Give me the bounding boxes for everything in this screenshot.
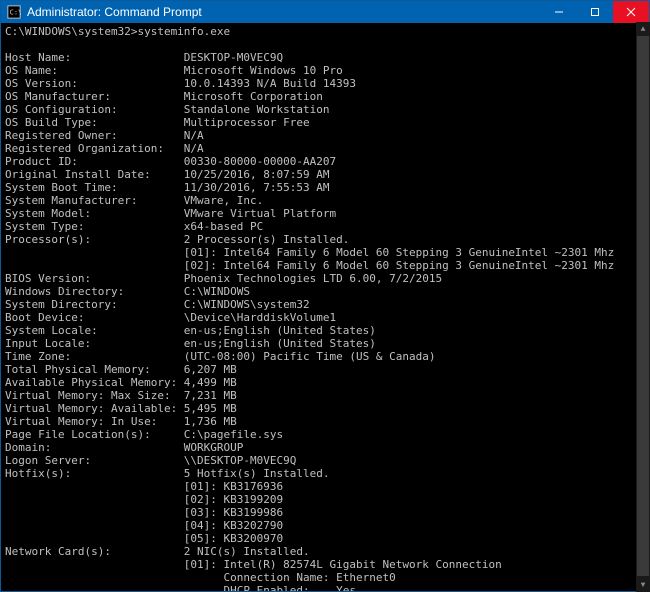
- terminal-line: OS Manufacturer: Microsoft Corporation: [5, 90, 645, 103]
- terminal-line: System Locale: en-us;English (United Sta…: [5, 324, 645, 337]
- terminal-line: Registered Organization: N/A: [5, 142, 645, 155]
- terminal-line: C:\WINDOWS\system32>systeminfo.exe: [5, 25, 645, 38]
- terminal-line: Windows Directory: C:\WINDOWS: [5, 285, 645, 298]
- window-title: Administrator: Command Prompt: [27, 5, 541, 19]
- terminal-line: BIOS Version: Phoenix Technologies LTD 6…: [5, 272, 645, 285]
- terminal-line: System Boot Time: 11/30/2016, 7:55:53 AM: [5, 181, 645, 194]
- terminal-line: [01]: KB3176936: [5, 480, 645, 493]
- terminal-line: DHCP Enabled: Yes: [5, 584, 645, 591]
- command-prompt-window: C:\ Administrator: Command Prompt C:\WIN…: [0, 0, 650, 592]
- vertical-scrollbar[interactable]: ▲ ▼: [636, 22, 650, 592]
- terminal-line: [5, 38, 645, 51]
- terminal-line: Connection Name: Ethernet0: [5, 571, 645, 584]
- terminal-line: Logon Server: \\DESKTOP-M0VEC9Q: [5, 454, 645, 467]
- terminal-line: Product ID: 00330-80000-00000-AA207: [5, 155, 645, 168]
- close-button[interactable]: [613, 1, 649, 23]
- terminal-line: Virtual Memory: Available: 5,495 MB: [5, 402, 645, 415]
- terminal-line: Time Zone: (UTC-08:00) Pacific Time (US …: [5, 350, 645, 363]
- terminal-line: Page File Location(s): C:\pagefile.sys: [5, 428, 645, 441]
- terminal-line: Virtual Memory: In Use: 1,736 MB: [5, 415, 645, 428]
- terminal-line: [01]: Intel64 Family 6 Model 60 Stepping…: [5, 246, 645, 259]
- terminal-line: Total Physical Memory: 6,207 MB: [5, 363, 645, 376]
- maximize-button[interactable]: [577, 1, 613, 23]
- terminal-line: [02]: Intel64 Family 6 Model 60 Stepping…: [5, 259, 645, 272]
- terminal-line: Processor(s): 2 Processor(s) Installed.: [5, 233, 645, 246]
- terminal-line: Input Locale: en-us;English (United Stat…: [5, 337, 645, 350]
- titlebar[interactable]: C:\ Administrator: Command Prompt: [1, 1, 649, 23]
- window-controls: [541, 1, 649, 23]
- terminal-line: System Manufacturer: VMware, Inc.: [5, 194, 645, 207]
- svg-text:C:\: C:\: [10, 9, 21, 17]
- terminal-line: OS Configuration: Standalone Workstation: [5, 103, 645, 116]
- terminal-line: [03]: KB3199986: [5, 506, 645, 519]
- terminal-line: OS Build Type: Multiprocessor Free: [5, 116, 645, 129]
- terminal-line: System Type: x64-based PC: [5, 220, 645, 233]
- terminal-line: [01]: Intel(R) 82574L Gigabit Network Co…: [5, 558, 645, 571]
- terminal-line: Hotfix(s): 5 Hotfix(s) Installed.: [5, 467, 645, 480]
- terminal-line: Host Name: DESKTOP-M0VEC9Q: [5, 51, 645, 64]
- minimize-button[interactable]: [541, 1, 577, 23]
- terminal-line: System Directory: C:\WINDOWS\system32: [5, 298, 645, 311]
- terminal-line: OS Version: 10.0.14393 N/A Build 14393: [5, 77, 645, 90]
- scrollbar-thumb[interactable]: [637, 36, 649, 576]
- terminal-line: [04]: KB3202790: [5, 519, 645, 532]
- scroll-down-arrow-icon[interactable]: ▼: [636, 578, 650, 592]
- cmd-icon: C:\: [7, 5, 21, 19]
- terminal-line: OS Name: Microsoft Windows 10 Pro: [5, 64, 645, 77]
- terminal-line: Original Install Date: 10/25/2016, 8:07:…: [5, 168, 645, 181]
- terminal-line: [02]: KB3199209: [5, 493, 645, 506]
- scroll-up-arrow-icon[interactable]: ▲: [636, 22, 650, 36]
- terminal-line: Available Physical Memory: 4,499 MB: [5, 376, 645, 389]
- terminal-line: Boot Device: \Device\HarddiskVolume1: [5, 311, 645, 324]
- terminal-line: Domain: WORKGROUP: [5, 441, 645, 454]
- terminal-line: System Model: VMware Virtual Platform: [5, 207, 645, 220]
- terminal-line: Virtual Memory: Max Size: 7,231 MB: [5, 389, 645, 402]
- terminal-output[interactable]: C:\WINDOWS\system32>systeminfo.exe Host …: [1, 23, 649, 591]
- terminal-line: [05]: KB3200970: [5, 532, 645, 545]
- terminal-line: Network Card(s): 2 NIC(s) Installed.: [5, 545, 645, 558]
- terminal-line: Registered Owner: N/A: [5, 129, 645, 142]
